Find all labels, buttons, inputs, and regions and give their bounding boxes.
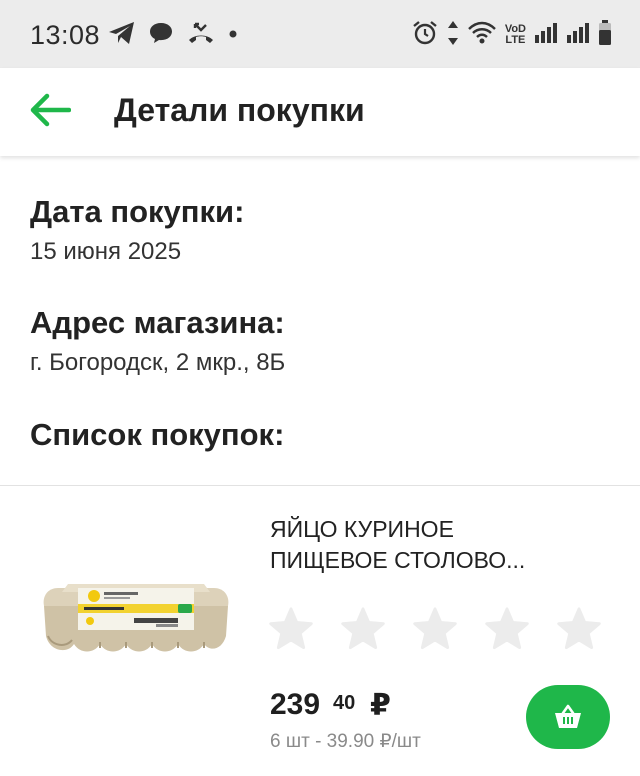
add-to-basket-button[interactable] <box>526 685 610 749</box>
divider <box>0 485 640 486</box>
store-address-label: Адрес магазина: <box>30 305 285 340</box>
dot-icon <box>228 26 238 44</box>
signal-icon <box>534 21 558 50</box>
star-icon[interactable] <box>340 606 386 652</box>
price-currency: ₽ <box>370 689 391 722</box>
wifi-icon <box>467 21 497 50</box>
arrow-left-icon <box>29 93 72 132</box>
volte-icon: VoD LTE <box>505 24 526 46</box>
star-icon[interactable] <box>484 606 530 652</box>
alarm-icon <box>411 19 439 52</box>
price-rubles: 239 <box>270 688 321 721</box>
star-icon[interactable] <box>268 606 314 652</box>
page-title: Детали покупки <box>114 92 365 128</box>
missed-call-icon <box>186 21 216 50</box>
purchase-date-value: 15 июня 2025 <box>30 238 182 265</box>
egg-carton-image <box>43 584 229 652</box>
telegram-icon <box>108 21 136 50</box>
purchase-list-label: Список покупок: <box>30 417 285 452</box>
star-icon[interactable] <box>412 606 458 652</box>
chat-bubble-icon <box>148 21 174 50</box>
signal-icon <box>566 21 590 50</box>
star-icon[interactable] <box>556 606 602 652</box>
product-image[interactable] <box>38 566 234 664</box>
status-left-icons <box>108 21 238 50</box>
product-name-line2: ПИЩЕВОЕ СТОЛОВО... <box>270 547 526 573</box>
purchase-date-label: Дата покупки: <box>30 194 245 229</box>
status-right-icons: VoD LTE <box>411 19 612 52</box>
volte-bottom-text: LTE <box>505 34 526 46</box>
quantity-price: 6 шт - 39.90 ₽/шт <box>270 731 421 752</box>
app-bar: Детали покупки <box>0 68 640 156</box>
price-kopecks: 40 <box>333 692 356 714</box>
basket-icon <box>555 704 581 728</box>
status-time: 13:08 <box>30 20 101 50</box>
battery-icon <box>598 19 612 51</box>
status-bar: 13:08 VoD LTE <box>0 0 640 68</box>
back-button[interactable] <box>26 88 74 136</box>
store-address-value: г. Богородск, 2 мкр., 8Б <box>30 349 286 376</box>
rating-stars <box>268 606 602 652</box>
product-name-line1: ЯЙЦО КУРИНОЕ <box>270 516 454 542</box>
data-arrows-icon <box>447 20 459 51</box>
product-name[interactable]: ЯЙЦО КУРИНОЕ ПИЩЕВОЕ СТОЛОВО... <box>270 514 610 576</box>
